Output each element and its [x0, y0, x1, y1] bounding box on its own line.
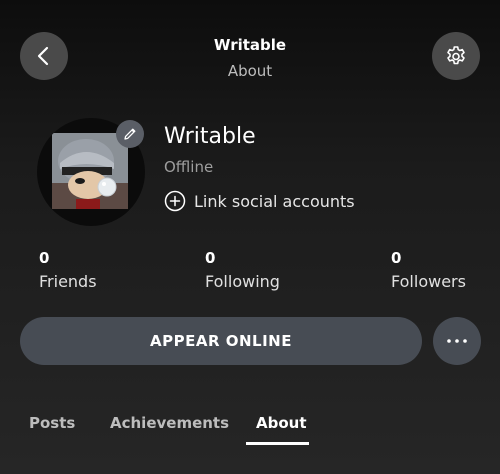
followers-count: 0	[391, 249, 402, 267]
plus-circle-icon	[164, 190, 186, 212]
followers-stat[interactable]: 0 Followers	[391, 248, 466, 291]
tab-achievements[interactable]: Achievements	[110, 414, 229, 432]
friends-stat[interactable]: 0 Friends	[39, 248, 97, 291]
followers-label: Followers	[391, 272, 466, 291]
link-social-label: Link social accounts	[194, 191, 355, 211]
link-social-accounts-button[interactable]: Link social accounts	[164, 190, 355, 212]
friends-count: 0	[39, 249, 50, 267]
following-stat[interactable]: 0 Following	[205, 248, 280, 291]
tab-about[interactable]: About	[256, 414, 307, 432]
page-title: Writable	[213, 36, 287, 54]
page-subtitle: About	[227, 62, 273, 80]
friends-label: Friends	[39, 272, 97, 291]
active-tab-indicator	[246, 442, 309, 445]
more-options-button[interactable]	[433, 317, 481, 365]
pencil-icon	[124, 128, 136, 140]
following-count: 0	[205, 249, 216, 267]
settings-button[interactable]	[432, 32, 480, 80]
appear-online-button[interactable]: APPEAR ONLINE	[20, 317, 422, 365]
ellipsis-icon	[447, 339, 467, 343]
gamertag: Writable	[164, 124, 256, 149]
profile-tabs: Posts Achievements About	[0, 414, 500, 454]
following-label: Following	[205, 272, 280, 291]
edit-avatar-button[interactable]	[116, 120, 144, 148]
tab-posts[interactable]: Posts	[29, 414, 75, 432]
avatar-image	[52, 133, 128, 209]
presence-status: Offline	[164, 158, 214, 176]
gear-icon	[447, 46, 465, 65]
